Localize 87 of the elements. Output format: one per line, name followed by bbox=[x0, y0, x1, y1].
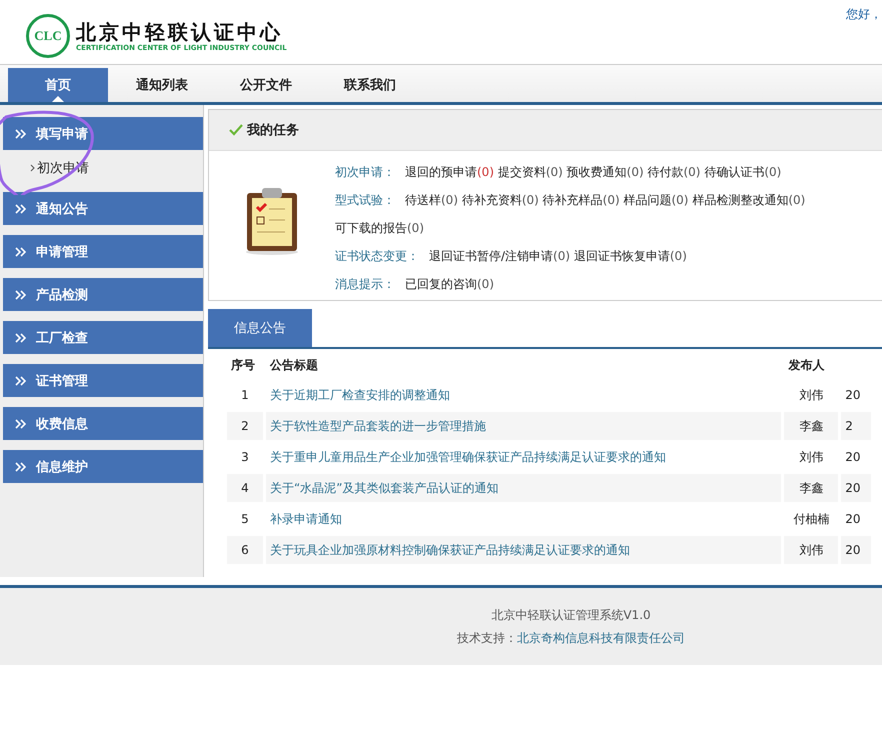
double-chevron-icon bbox=[15, 332, 26, 342]
table-cell-text: 付柚楠 bbox=[792, 510, 830, 528]
task-count: (0) bbox=[553, 249, 570, 263]
task-link[interactable]: 退回的预申请 bbox=[405, 165, 477, 179]
task-link[interactable]: 待送样 bbox=[405, 193, 441, 207]
double-chevron-icon bbox=[15, 246, 26, 256]
double-chevron-icon bbox=[15, 418, 26, 428]
table-cell-text: 1 bbox=[240, 387, 250, 404]
double-chevron-icon bbox=[15, 128, 26, 138]
sidebar-item[interactable]: 申请管理 bbox=[3, 235, 203, 268]
table-cell-text: 5 bbox=[240, 511, 250, 528]
table-cell: 4 bbox=[227, 474, 263, 502]
task-link[interactable]: 待确认证书 bbox=[704, 165, 764, 179]
support-label: 技术支持： bbox=[457, 630, 517, 644]
double-chevron-icon bbox=[15, 462, 26, 472]
column-header: 发布人 bbox=[787, 356, 826, 374]
task-count: (0) bbox=[546, 165, 563, 179]
system-name: 北京中轻联认证管理系统V1.0 bbox=[491, 606, 651, 624]
task-category: 型式试验： bbox=[335, 193, 395, 207]
nav-tab[interactable]: 首页 bbox=[8, 68, 108, 102]
task-count: (0) bbox=[626, 165, 644, 179]
notice-link[interactable]: 关于重申儿童用品生产企业加强管理确保获证产品持续满足认证要求的通知 bbox=[270, 450, 666, 464]
table-cell-text: 刘伟 bbox=[798, 448, 824, 466]
task-link[interactable]: 样品问题 bbox=[623, 193, 672, 207]
sidebar-item[interactable]: 信息维护 bbox=[3, 450, 203, 483]
sidebar-item[interactable]: 产品检测 bbox=[3, 278, 203, 311]
logo-icon: CLC bbox=[26, 14, 70, 58]
column-header: 序号 bbox=[230, 356, 256, 374]
task-category: 初次申请： bbox=[335, 165, 395, 179]
double-chevron-icon bbox=[15, 376, 26, 386]
table-cell-text: 20 bbox=[844, 449, 862, 466]
sidebar-item[interactable]: 收费信息 bbox=[3, 407, 203, 440]
nav-tab[interactable]: 公开文件 bbox=[216, 68, 316, 102]
task-category: 消息提示： bbox=[335, 277, 395, 291]
table-cell-text: 20 bbox=[844, 387, 862, 404]
table-cell-text: 20 bbox=[844, 511, 862, 528]
task-link[interactable]: 预收费通知 bbox=[566, 165, 627, 179]
table-cell: 6 bbox=[227, 536, 263, 564]
task-count: (0) bbox=[602, 193, 620, 207]
task-link[interactable]: 待补充资料 bbox=[462, 193, 522, 207]
table-cell: 20 bbox=[841, 474, 871, 502]
sidebar-item[interactable]: 通知公告 bbox=[3, 192, 203, 225]
table-cell: 刘伟 bbox=[784, 536, 838, 564]
chevron-icon bbox=[30, 164, 35, 172]
logo-title: 北京中轻联认证中心 bbox=[76, 20, 284, 44]
sidebar-item[interactable]: 证书管理 bbox=[3, 364, 203, 397]
task-link[interactable]: 待补充样品 bbox=[542, 193, 603, 207]
task-link[interactable]: 提交资料 bbox=[498, 165, 546, 179]
nav-tab[interactable]: 通知列表 bbox=[112, 68, 212, 102]
sidebar-item[interactable]: 工厂检查 bbox=[3, 321, 203, 354]
checkmark-icon bbox=[229, 124, 243, 136]
notice-tab[interactable]: 信息公告 bbox=[208, 309, 312, 347]
task-count: (0) bbox=[407, 221, 424, 235]
task-count: (0) bbox=[764, 165, 782, 179]
table-cell: 2 bbox=[841, 412, 871, 440]
table-cell: 李鑫 bbox=[784, 412, 838, 440]
panel-title: 我的任务 bbox=[247, 122, 299, 139]
task-count: (0) bbox=[670, 249, 687, 263]
task-count: (0) bbox=[477, 165, 494, 179]
notice-link[interactable]: 关于近期工厂检查安排的调整通知 bbox=[270, 388, 450, 402]
company-link[interactable]: 北京奇构信息科技有限责任公司 bbox=[517, 630, 685, 644]
task-count: (0) bbox=[788, 193, 806, 207]
task-count: (0) bbox=[683, 165, 700, 179]
table-cell: 李鑫 bbox=[784, 474, 838, 502]
sidebar-item[interactable]: 填写申请 bbox=[3, 117, 203, 150]
double-chevron-icon bbox=[15, 204, 26, 214]
clipboard-icon bbox=[244, 185, 300, 255]
task-link[interactable]: 样品检测整改通知 bbox=[692, 193, 788, 207]
task-link[interactable]: 可下载的报告 bbox=[335, 221, 407, 235]
task-count: (0) bbox=[441, 193, 458, 207]
greeting: 您好， bbox=[846, 6, 882, 23]
task-count: (0) bbox=[671, 193, 688, 207]
task-count: (0) bbox=[477, 277, 494, 291]
task-category: 证书状态变更： bbox=[335, 249, 419, 263]
table-cell: 20 bbox=[841, 536, 871, 564]
task-link[interactable]: 退回证书恢复申请 bbox=[574, 249, 670, 263]
column-header: 公告标题 bbox=[268, 356, 319, 374]
task-count: (0) bbox=[522, 193, 539, 207]
table-cell: 2 bbox=[227, 412, 263, 440]
notice-link[interactable]: 补录申请通知 bbox=[270, 512, 342, 526]
task-link[interactable]: 待付款 bbox=[647, 165, 684, 179]
table-cell-text: 3 bbox=[240, 449, 250, 466]
nav-tab[interactable]: 联系我们 bbox=[320, 68, 420, 102]
table-cell-text: 刘伟 bbox=[798, 386, 824, 404]
double-chevron-icon bbox=[15, 290, 26, 300]
task-link[interactable]: 退回证书暂停/注销申请 bbox=[429, 249, 554, 263]
task-link[interactable]: 已回复的咨询 bbox=[405, 277, 477, 291]
